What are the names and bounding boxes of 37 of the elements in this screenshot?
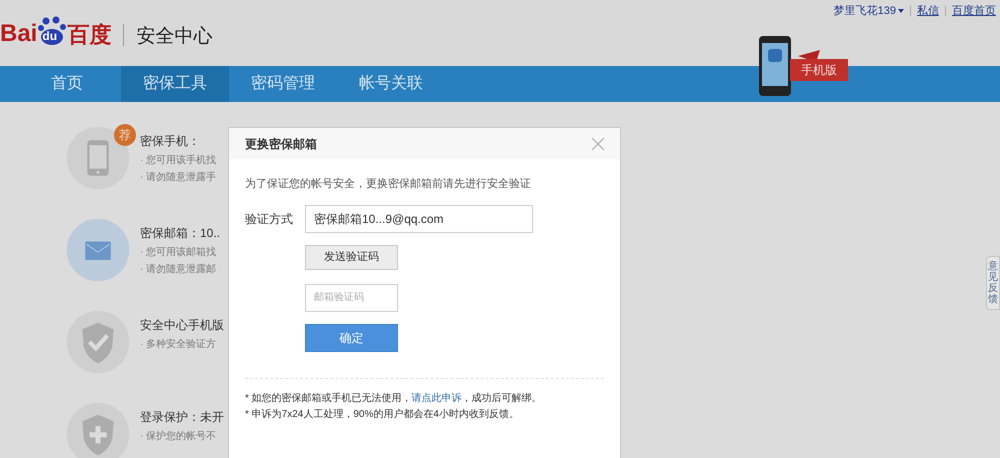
nav-tab[interactable]: 首页 bbox=[13, 66, 121, 102]
tool-title: 密保邮箱：10.. bbox=[140, 225, 222, 242]
tool-description: · 多种安全验证方 bbox=[140, 338, 218, 352]
dialog-title: 更换密保邮箱 bbox=[245, 136, 317, 152]
shield-check-icon bbox=[66, 310, 130, 374]
tool-description: · 请勿随意泄露邮 bbox=[140, 262, 218, 277]
confirm-button[interactable]: 确定 bbox=[305, 324, 398, 352]
baidu-home-link[interactable]: 百度首页 bbox=[952, 3, 996, 20]
tool-description: · 您可用该邮箱找 bbox=[140, 246, 218, 260]
appeal-note: * 如您的密保邮箱或手机已无法使用，请点此申诉，成功后可解绑。 bbox=[245, 392, 543, 406]
tool-description: · 您可用该手机找 bbox=[140, 154, 218, 168]
site-title: 安全中心 bbox=[136, 27, 212, 46]
tool-title: 密保手机： bbox=[140, 133, 201, 150]
appeal-link[interactable]: 请点此申诉 bbox=[412, 392, 462, 404]
nav-tab[interactable]: 密保工具 bbox=[121, 66, 229, 102]
method-select[interactable]: 密保邮箱10...9@qq.com bbox=[305, 204, 533, 232]
tool-description: · 保护您的帐号不 bbox=[140, 430, 218, 444]
tool-title: 登录保护：未开 bbox=[140, 409, 222, 426]
caret-icon bbox=[898, 9, 904, 14]
tool-title: 安全中心手机版 bbox=[140, 317, 222, 334]
nav-tab[interactable]: 密码管理 bbox=[229, 66, 337, 102]
envelope-icon bbox=[66, 218, 130, 282]
nav-tab[interactable]: 帐号关联 bbox=[337, 66, 445, 102]
intro-text: 为了保证您的帐号安全，更换密保邮箱前请先进行安全验证 bbox=[245, 176, 532, 192]
phone-icon bbox=[66, 126, 130, 190]
messages-link[interactable]: 私信 bbox=[917, 3, 939, 20]
close-icon[interactable] bbox=[592, 138, 604, 150]
tool-description: · 请勿随意泄露手 bbox=[140, 170, 218, 185]
method-label: 验证方式 bbox=[245, 210, 294, 228]
code-field[interactable]: 邮箱验证码 bbox=[305, 284, 398, 312]
recommend-badge: 荐 bbox=[114, 124, 136, 146]
appeal-info-note: * 申诉为7x24人工处理，90%的用户都会在4小时内收到反馈。 bbox=[245, 408, 520, 422]
send-code-button[interactable]: 发送验证码 bbox=[305, 244, 398, 270]
feedback-tab[interactable]: 意见反馈 bbox=[986, 256, 1000, 310]
user-menu[interactable]: 梦里飞花139 bbox=[834, 3, 904, 20]
baidu-logo: Bai du 百度 bbox=[0, 16, 112, 46]
mobile-promo[interactable]: 手机版 bbox=[758, 34, 850, 98]
